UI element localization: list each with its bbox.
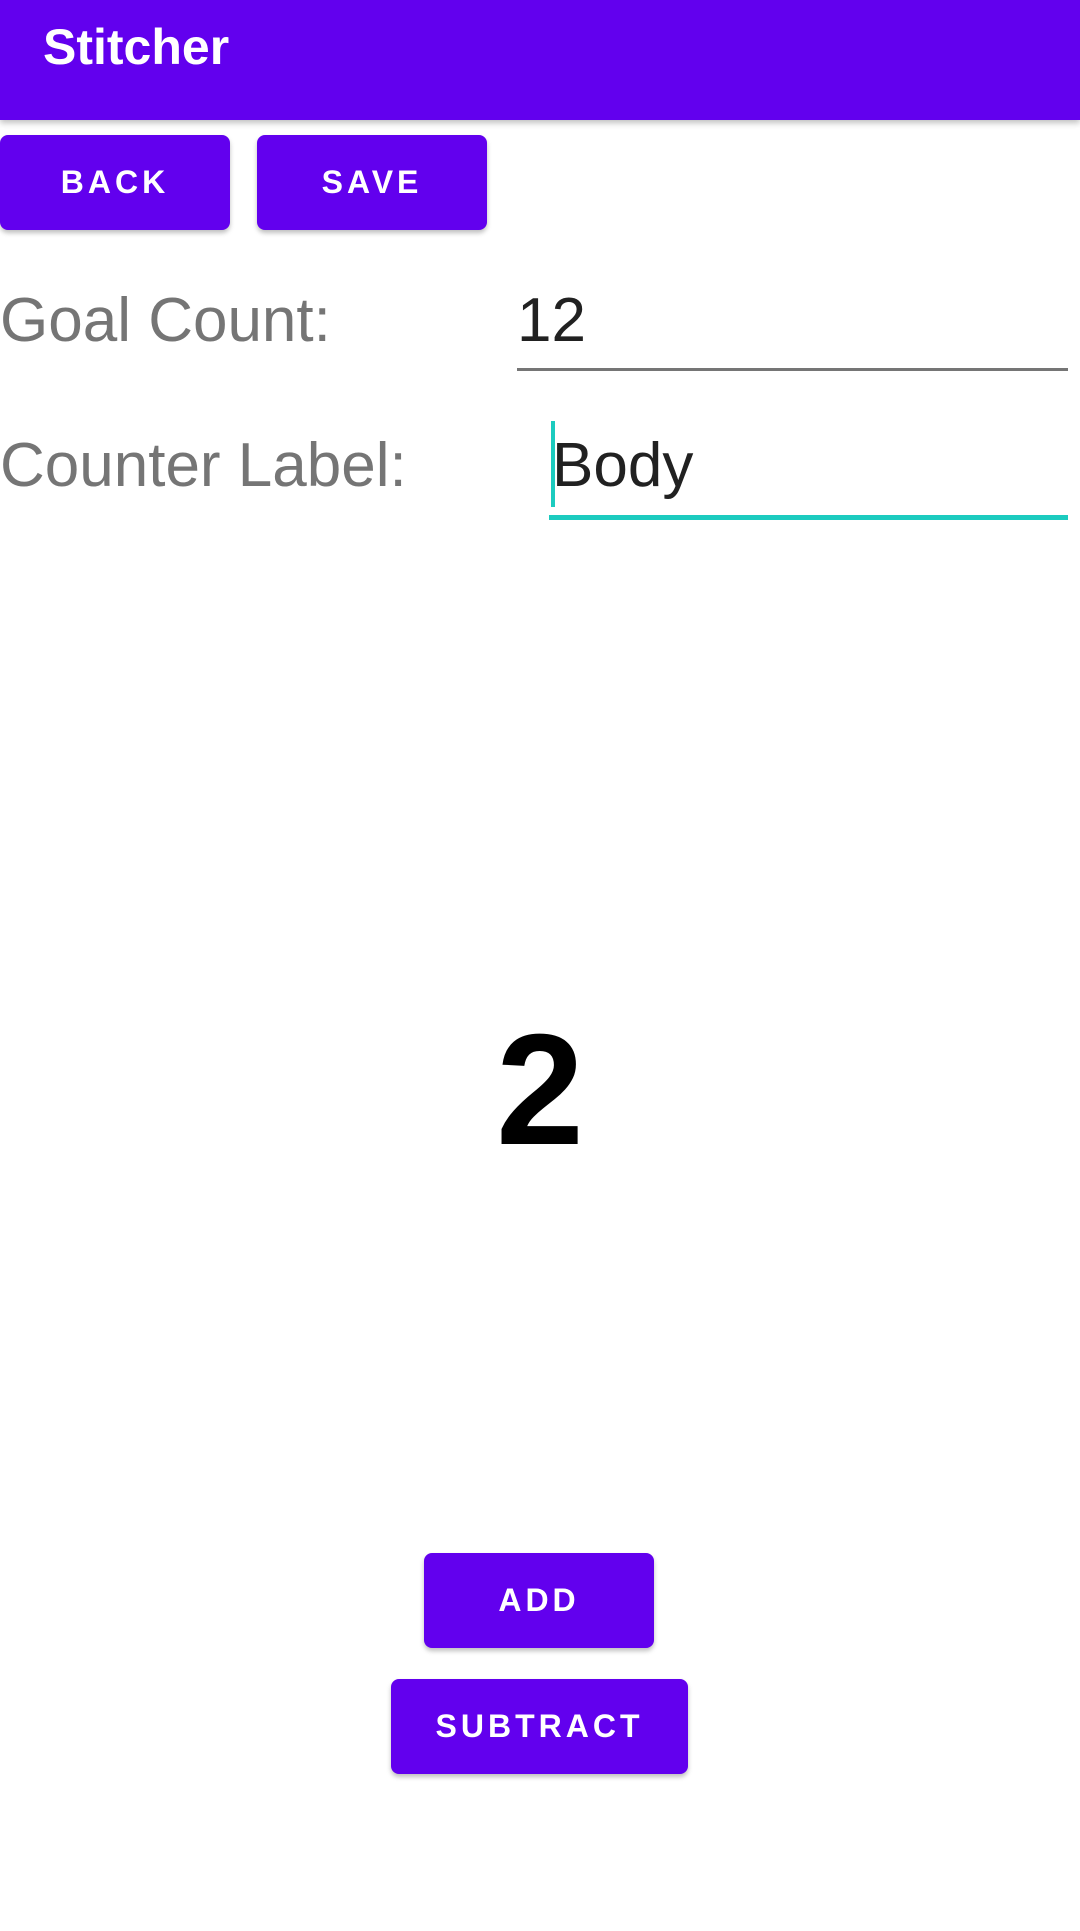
subtract-button[interactable]: SUBTRACT xyxy=(391,1679,688,1774)
goal-count-underline xyxy=(517,368,1068,371)
goal-count-input[interactable]: 12 xyxy=(517,270,1068,372)
app-title: Stitcher xyxy=(43,19,230,75)
back-button[interactable]: BACK xyxy=(0,135,230,230)
app-bar: Stitcher xyxy=(0,0,1080,120)
counter-label-underline xyxy=(549,515,1068,520)
goal-count-value: 12 xyxy=(517,286,586,355)
counter-label-value: Body xyxy=(552,431,694,500)
goal-count-label: Goal Count: xyxy=(0,286,331,355)
counter-label-input[interactable]: Body xyxy=(549,415,1068,521)
add-button[interactable]: ADD xyxy=(424,1553,654,1648)
counter-label-label: Counter Label: xyxy=(0,431,407,500)
counter-value: 2 xyxy=(496,1002,584,1178)
save-button[interactable]: SAVE xyxy=(257,135,487,230)
